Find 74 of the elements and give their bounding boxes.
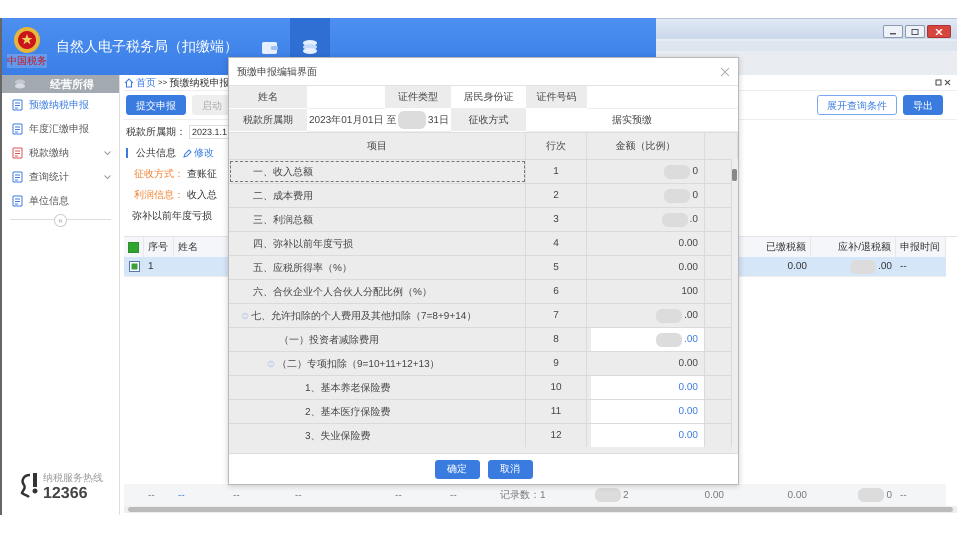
- item-label: 2、基本医疗保险费: [305, 406, 391, 418]
- item-label: 1、基本养老保险费: [305, 382, 391, 394]
- table-cell: 1: [526, 160, 587, 183]
- section-title: 公共信息: [136, 146, 176, 160]
- sidebar-title: 经营所得: [50, 78, 94, 92]
- column-header: 行次: [526, 133, 587, 159]
- form-label: 证件类型: [385, 86, 451, 109]
- table-cell: 8: [526, 328, 587, 351]
- form-label: 姓名: [229, 86, 307, 109]
- footer-cell: --: [900, 490, 907, 500]
- item-label: 四、弥补以前年度亏损: [253, 238, 353, 250]
- item-label: 三、利润总额: [253, 214, 313, 226]
- table-cell: 9: [526, 352, 587, 375]
- footer-cell: 0.00: [788, 490, 807, 500]
- field-label: 弥补以前年度亏损: [132, 210, 212, 223]
- info-value: 查账征: [187, 168, 217, 181]
- table-cell: 10: [526, 376, 587, 399]
- item-label: 七、允许扣除的个人费用及其他扣除（7=8+9+14）: [251, 310, 476, 322]
- item-label: 一、收入总额: [253, 166, 313, 178]
- amount-value: 0: [692, 190, 698, 201]
- item-label: 五、应税所得率（%）: [253, 262, 352, 274]
- form-value: 2023年01月01日 至: [309, 114, 396, 127]
- footer-cell: --: [295, 490, 302, 500]
- footer-cell: 2: [623, 490, 629, 500]
- item-label: （一）投资者减除费用: [279, 334, 379, 346]
- item-label: 六、合伙企业个人合伙人分配比例（%）: [253, 286, 432, 298]
- table-cell: 5: [526, 256, 587, 279]
- amount-value: 100: [681, 286, 698, 297]
- amount-value: 0.00: [678, 358, 698, 369]
- column-header: 项目: [229, 133, 526, 159]
- hotline-number: 12366: [43, 485, 88, 503]
- column-header: 应补/退税额: [811, 237, 896, 257]
- amount-value: .0: [690, 214, 698, 225]
- item-label: 3、失业保险费: [305, 430, 371, 442]
- footer-cell: --: [148, 490, 155, 500]
- footer-cell: --: [395, 490, 402, 500]
- dialog-title: 预缴申报编辑界面: [237, 66, 317, 78]
- table-cell: 12: [526, 424, 587, 447]
- field-label: 税款所属期：: [126, 126, 186, 139]
- form-value: 31日: [428, 114, 449, 127]
- hotline-label: 纳税服务热线: [43, 472, 103, 485]
- amount-value: 0.00: [678, 238, 698, 249]
- table-cell: 6: [526, 280, 587, 303]
- column-header: 申报时间: [896, 237, 946, 257]
- form-label: 证件号码: [526, 86, 587, 109]
- footer-cell: --: [450, 490, 457, 500]
- info-label: 利润信息：: [134, 188, 184, 202]
- footer-cell: --: [233, 490, 240, 500]
- column-header: 姓名: [174, 237, 229, 257]
- table-cell: 3: [526, 208, 587, 231]
- form-label: 税款所属期: [229, 109, 307, 132]
- breadcrumb-separator: >>: [158, 78, 168, 87]
- info-value: 收入总: [187, 188, 217, 202]
- table-cell: 4: [526, 232, 587, 255]
- footer-cell: 0.00: [704, 490, 724, 500]
- form-label: 征收方式: [451, 109, 526, 132]
- footer-cell: 0: [886, 490, 892, 500]
- app-title: 自然人电子税务局（扣缴端）: [56, 38, 238, 56]
- info-label: 征收方式：: [134, 168, 184, 181]
- column-header: 序号: [144, 237, 174, 257]
- table-cell: 2: [526, 184, 587, 207]
- table-cell: .00: [878, 261, 892, 272]
- amount-value: .00: [684, 310, 698, 321]
- table-cell: --: [896, 257, 946, 277]
- table-cell: 11: [526, 400, 587, 423]
- item-label: （二）专项扣除（9=10+11+12+13）: [277, 358, 440, 370]
- emblem-caption: 中国税务: [7, 54, 47, 68]
- column-header: 金额（比例）: [587, 133, 705, 159]
- table-cell: 1: [144, 257, 174, 277]
- amount-value: 0.00: [678, 262, 698, 273]
- item-label: 二、成本费用: [253, 190, 313, 202]
- table-cell: 7: [526, 304, 587, 327]
- footer-cell-text: 记录数：1: [500, 489, 546, 502]
- amount-value: 0: [692, 166, 698, 177]
